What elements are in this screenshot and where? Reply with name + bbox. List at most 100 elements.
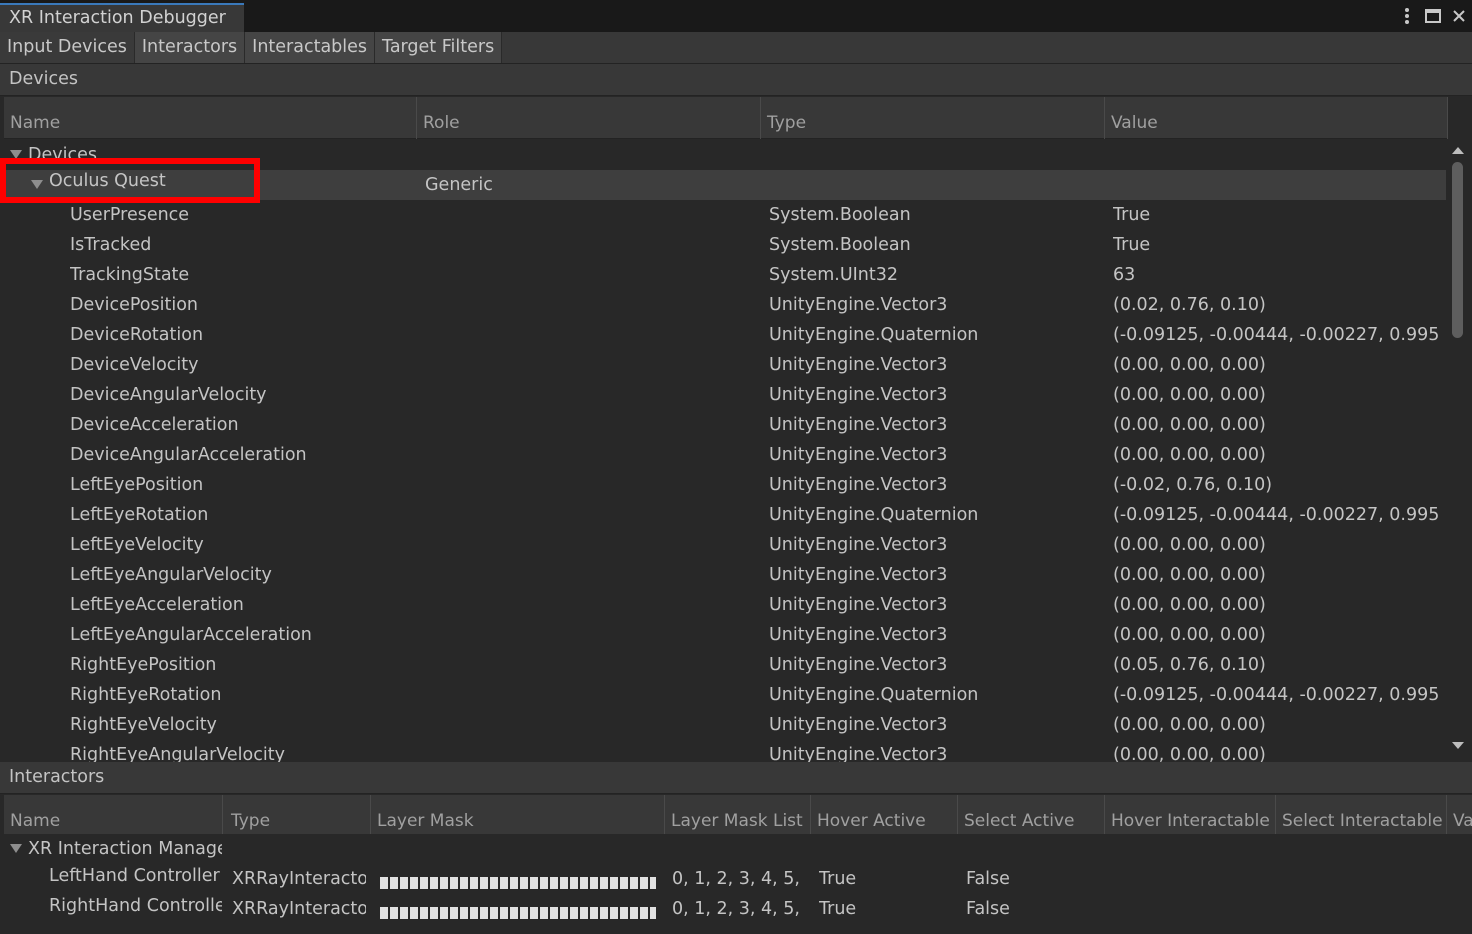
column-header-select-active[interactable]: Select Active [958,795,1105,837]
feature-type: UnityEngine.Vector3 [769,745,948,762]
feature-row[interactable]: IsTracked System.Boolean True [0,230,1446,260]
feature-name: LeftEyeAngularVelocity [70,565,272,585]
feature-row[interactable]: RightEyeVelocity UnityEngine.Vector3 (0.00… [0,710,1446,740]
column-header-hover-interactable[interactable]: Hover Interactable [1105,795,1276,837]
kebab-menu-icon[interactable] [1394,4,1420,28]
debugger-tab-bar: Input Devices Interactors Interactables … [0,32,1472,64]
interactor-type: XRRayInteractor [232,869,366,889]
feature-value: (0.00, 0.00, 0.00) [1113,625,1266,645]
feature-name: RightEyeRotation [70,685,222,705]
interactors-column-header: Name Type Layer Mask Layer Mask List Hov… [4,795,1472,837]
device-role: Generic [425,175,493,195]
feature-name: LeftEyeAcceleration [70,595,244,615]
feature-row[interactable]: TrackingState System.UInt32 63 [0,260,1446,290]
feature-row[interactable]: RightEyeRotation UnityEngine.Quaternion (-… [0,680,1446,710]
highlight-annotation-box [0,158,260,203]
feature-value: (0.00, 0.00, 0.00) [1113,385,1266,405]
feature-type: UnityEngine.Vector3 [769,295,948,315]
feature-type: System.UInt32 [769,265,899,285]
interactor-layer-mask-list: 0, 1, 2, 3, 4, 5, 6 [672,869,805,889]
feature-row[interactable]: LeftEyeAngularVelocity UnityEngine.Vector… [0,560,1446,590]
feature-row[interactable]: LeftEyeVelocity UnityEngine.Vector3 (0.00,… [0,530,1446,560]
window-title-tab[interactable]: XR Interaction Debugger [0,3,244,32]
feature-type: UnityEngine.Quaternion [769,685,979,705]
feature-name: TrackingState [70,265,190,285]
feature-name: LeftEyePosition [70,475,204,495]
feature-row[interactable]: UserPresence System.Boolean True [0,200,1446,230]
feature-type: UnityEngine.Quaternion [769,325,979,345]
feature-value: 63 [1113,265,1136,285]
feature-row[interactable]: DeviceVelocity UnityEngine.Vector3 (0.00, … [0,350,1446,380]
tab-target-filters[interactable]: Target Filters [375,32,503,63]
column-header-value[interactable]: Value [1105,97,1448,139]
scroll-up-arrow-icon[interactable] [1452,147,1464,154]
feature-name: DevicePosition [70,295,198,315]
feature-row[interactable]: RightEyeAngularVelocity UnityEngine.Vecto… [0,740,1446,762]
interactor-select-active: False [966,899,1010,919]
feature-row[interactable]: DeviceRotation UnityEngine.Quaternion (-0.… [0,320,1446,350]
feature-name: DeviceAcceleration [70,415,239,435]
devices-tree: Devices Oculus Quest Generic UserPresenc… [0,140,1446,762]
feature-name: RightEyeVelocity [70,715,217,735]
feature-value: (0.05, 0.76, 0.10) [1113,655,1266,675]
feature-value: (0.00, 0.00, 0.00) [1113,745,1266,762]
tab-input-devices[interactable]: Input Devices [0,32,135,63]
feature-value: (0.00, 0.00, 0.00) [1113,355,1266,375]
interactor-layer-mask-list: 0, 1, 2, 3, 4, 5, 6 [672,899,805,919]
layer-mask-bar [380,877,656,889]
tab-interactors[interactable]: Interactors [134,32,246,63]
feature-row[interactable]: LeftEyeAcceleration UnityEngine.Vector3 (0… [0,590,1446,620]
interactor-type: XRRayInteractor [232,899,366,919]
feature-row[interactable]: DeviceAngularVelocity UnityEngine.Vector3… [0,380,1446,410]
feature-value: (-0.02, 0.76, 0.10) [1113,475,1273,495]
feature-row[interactable]: RightEyePosition UnityEngine.Vector3 (0.05… [0,650,1446,680]
devices-column-header: Name Role Type Value [4,97,1448,139]
tab-interactables[interactable]: Interactables [245,32,376,63]
column-header-layer-mask[interactable]: Layer Mask [371,795,665,837]
feature-value: (0.00, 0.00, 0.00) [1113,535,1266,555]
maximize-icon[interactable] [1420,4,1446,28]
feature-name: LeftEyeAngularAcceleration [70,625,312,645]
feature-value: (0.00, 0.00, 0.00) [1113,715,1266,735]
feature-type: UnityEngine.Vector3 [769,715,948,735]
feature-value: (-0.09125, -0.00444, -0.00227, 0.995 [1113,325,1440,345]
fold-arrow-icon[interactable] [10,844,22,853]
feature-name: UserPresence [70,205,190,225]
feature-type: System.Boolean [769,205,911,225]
column-header-select-interactable[interactable]: Select Interactable [1276,795,1447,837]
feature-name: LeftEyeVelocity [70,535,204,555]
column-header-role[interactable]: Role [417,97,761,139]
feature-value: (-0.09125, -0.00444, -0.00227, 0.995 [1113,505,1440,525]
interaction-manager-label: XR Interaction Manager [28,839,222,859]
feature-row[interactable]: DevicePosition UnityEngine.Vector3 (0.02, … [0,290,1446,320]
feature-name: DeviceAngularAcceleration [70,445,307,465]
tree-row-interaction-manager[interactable]: XR Interaction Manager [0,834,1472,864]
feature-name: RightEyeAngularVelocity [70,745,285,762]
close-icon[interactable] [1446,4,1472,28]
column-header-type[interactable]: Type [225,795,371,837]
column-header-name[interactable]: Name [4,97,417,139]
column-header-value[interactable]: Va [1447,795,1472,837]
interactor-row[interactable]: RightHand Controller XRRayInteractor 0, 1,… [0,894,1472,924]
devices-scrollbar[interactable] [1448,140,1468,762]
scroll-down-arrow-icon[interactable] [1452,742,1464,749]
feature-row[interactable]: LeftEyeRotation UnityEngine.Quaternion (-0… [0,500,1446,530]
feature-type: UnityEngine.Vector3 [769,535,948,555]
feature-row[interactable]: LeftEyeAngularAcceleration UnityEngine.Ve… [0,620,1446,650]
feature-value: (0.00, 0.00, 0.00) [1113,415,1266,435]
scroll-thumb[interactable] [1452,162,1463,338]
feature-name: DeviceRotation [70,325,204,345]
feature-row[interactable]: DeviceAcceleration UnityEngine.Vector3 (0.… [0,410,1446,440]
column-header-name[interactable]: Name [4,795,223,837]
interactor-select-active: False [966,869,1010,889]
interactor-row[interactable]: LeftHand Controller XRRayInteractor 0, 1, … [0,864,1472,894]
feature-value: (0.00, 0.00, 0.00) [1113,565,1266,585]
column-header-type[interactable]: Type [761,97,1105,139]
feature-type: UnityEngine.Vector3 [769,445,948,465]
column-header-layer-mask-list[interactable]: Layer Mask List [665,795,811,837]
feature-row[interactable]: LeftEyePosition UnityEngine.Vector3 (-0.02… [0,470,1446,500]
feature-type: System.Boolean [769,235,911,255]
feature-row[interactable]: DeviceAngularAcceleration UnityEngine.Vec… [0,440,1446,470]
column-header-hover-active[interactable]: Hover Active [811,795,958,837]
feature-type: UnityEngine.Vector3 [769,655,948,675]
